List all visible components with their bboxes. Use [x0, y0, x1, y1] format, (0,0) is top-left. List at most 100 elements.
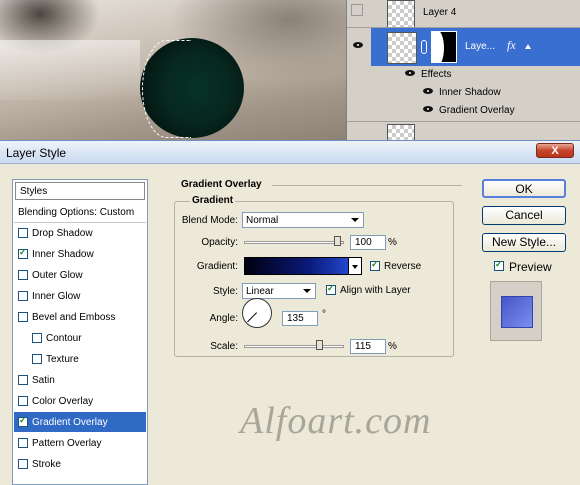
styles-list-item[interactable]: Outer Glow — [14, 265, 146, 285]
angle-input[interactable]: 135 — [282, 311, 318, 326]
style-checkbox[interactable] — [18, 415, 28, 427]
styles-list-item-label: Outer Glow — [32, 270, 83, 281]
scale-input[interactable]: 115 — [350, 339, 386, 354]
preview-swatch-frame — [490, 281, 542, 341]
chevron-down-icon — [351, 218, 359, 222]
reverse-checkbox[interactable] — [370, 259, 380, 271]
styles-list-item-label: Blending Options: Custom — [18, 207, 135, 218]
scale-label: Scale: — [210, 341, 238, 352]
opacity-slider[interactable] — [244, 241, 344, 244]
styles-list-item[interactable]: Stroke — [14, 454, 146, 474]
opacity-unit: % — [388, 237, 397, 248]
styles-list: Styles Blending Options: Custom Drop Shad… — [12, 179, 148, 485]
styles-list-item-label: Pattern Overlay — [32, 438, 102, 449]
preview-checkbox[interactable] — [494, 259, 504, 271]
styles-list-item[interactable]: Gradient Overlay — [14, 412, 146, 432]
style-checkbox[interactable] — [18, 228, 28, 238]
styles-list-item[interactable]: Contour — [14, 328, 146, 348]
layer-row-active[interactable]: Laye... fx — [347, 28, 580, 66]
styles-list-item[interactable]: Inner Glow — [14, 286, 146, 306]
styles-list-item-label: Drop Shadow — [32, 228, 93, 239]
fur-highlight — [0, 40, 140, 100]
styles-list-item-label: Bevel and Emboss — [32, 312, 116, 323]
styles-list-item-label: Stroke — [32, 459, 61, 470]
eye-icon[interactable] — [423, 106, 433, 112]
dialog-titlebar[interactable]: Layer Style X — [0, 141, 580, 164]
style-checkbox[interactable] — [18, 396, 28, 406]
styles-list-item-label: Satin — [32, 375, 55, 386]
style-select[interactable]: Linear — [242, 283, 316, 299]
opacity-label: Opacity: — [201, 237, 238, 248]
fx-icon[interactable]: fx — [507, 38, 516, 53]
style-checkbox[interactable] — [18, 291, 28, 301]
eye-icon[interactable] — [423, 88, 433, 94]
opacity-slider-handle[interactable] — [334, 236, 341, 246]
styles-list-item[interactable]: Drop Shadow — [14, 223, 146, 243]
layer-name: Layer 4 — [423, 7, 457, 18]
style-checkbox[interactable] — [32, 354, 42, 364]
scale-slider-handle[interactable] — [315, 340, 323, 350]
layer-thumbnail — [387, 0, 415, 28]
gradient-dropdown-button[interactable] — [348, 257, 362, 275]
blend-mode-select[interactable]: Normal — [242, 212, 364, 228]
layer-name: Laye... — [465, 41, 496, 52]
angle-label: Angle: — [209, 313, 238, 324]
reverse-label: Reverse — [384, 261, 422, 272]
styles-list-item[interactable]: Color Overlay — [14, 391, 146, 411]
selection-marquee — [142, 40, 191, 138]
styles-list-item-label: Inner Glow — [32, 291, 81, 302]
eye-icon[interactable] — [353, 42, 363, 48]
cancel-button[interactable]: Cancel — [482, 206, 566, 225]
effect-label: Inner Shadow — [439, 87, 501, 98]
collapse-arrow-icon[interactable] — [525, 44, 531, 49]
effects-row[interactable]: Effects — [347, 66, 580, 84]
style-checkbox[interactable] — [18, 438, 28, 448]
styles-list-item[interactable]: Pattern Overlay — [14, 433, 146, 453]
gradient-label: Gradient: — [196, 261, 238, 272]
align-with-layer-checkbox[interactable] — [326, 283, 336, 295]
dialog-title: Layer Style — [6, 146, 67, 160]
styles-list-item[interactable]: Bevel and Emboss — [14, 307, 146, 327]
scale-unit: % — [388, 341, 397, 352]
style-checkbox[interactable] — [32, 333, 42, 343]
effect-row-gradient-overlay[interactable]: Gradient Overlay — [347, 102, 580, 120]
angle-dial[interactable] — [242, 298, 272, 328]
style-checkbox[interactable] — [18, 375, 28, 385]
layer-mask-thumbnail[interactable] — [431, 31, 457, 63]
chevron-down-icon — [303, 289, 311, 293]
styles-list-item[interactable]: Texture — [14, 349, 146, 369]
scale-slider[interactable] — [244, 345, 344, 348]
styles-list-item-label: Color Overlay — [32, 396, 94, 407]
eye-icon[interactable] — [405, 70, 415, 76]
styles-list-item[interactable]: Blending Options: Custom — [14, 202, 146, 223]
angle-unit: ° — [322, 309, 326, 320]
style-checkbox[interactable] — [18, 312, 28, 322]
styles-list-item-label: Inner Shadow — [32, 249, 94, 260]
chain-link-icon[interactable] — [421, 40, 427, 54]
ok-button[interactable]: OK — [482, 179, 566, 198]
image-canvas[interactable] — [0, 0, 346, 140]
preview-label: Preview — [509, 260, 552, 274]
close-button[interactable]: X — [536, 143, 574, 158]
styles-header-label: Styles — [20, 186, 48, 197]
effects-label: Effects — [421, 69, 452, 80]
style-value: Linear — [246, 286, 274, 297]
styles-list-item[interactable]: Inner Shadow — [14, 244, 146, 264]
effect-row-inner-shadow[interactable]: Inner Shadow — [347, 84, 580, 102]
visibility-toggle-empty[interactable] — [351, 4, 363, 16]
style-checkbox[interactable] — [18, 459, 28, 469]
styles-list-item-label: Contour — [46, 333, 82, 344]
layer-thumbnail — [387, 32, 417, 64]
new-style-button[interactable]: New Style... — [482, 233, 566, 252]
layers-panel: Layer 4 Laye... fx Effects Inner Shadow … — [346, 0, 580, 142]
style-checkbox[interactable] — [18, 270, 28, 280]
layer-row-layer4[interactable]: Layer 4 — [347, 0, 580, 28]
style-checkbox[interactable] — [18, 247, 28, 259]
gradient-swatch[interactable] — [244, 257, 362, 275]
styles-header[interactable]: Styles — [15, 182, 145, 200]
blend-mode-label: Blend Mode: — [181, 215, 238, 226]
opacity-input[interactable]: 100 — [350, 235, 386, 250]
angle-dial-hand — [247, 312, 257, 323]
styles-list-item[interactable]: Satin — [14, 370, 146, 390]
align-with-layer-label: Align with Layer — [340, 285, 411, 296]
